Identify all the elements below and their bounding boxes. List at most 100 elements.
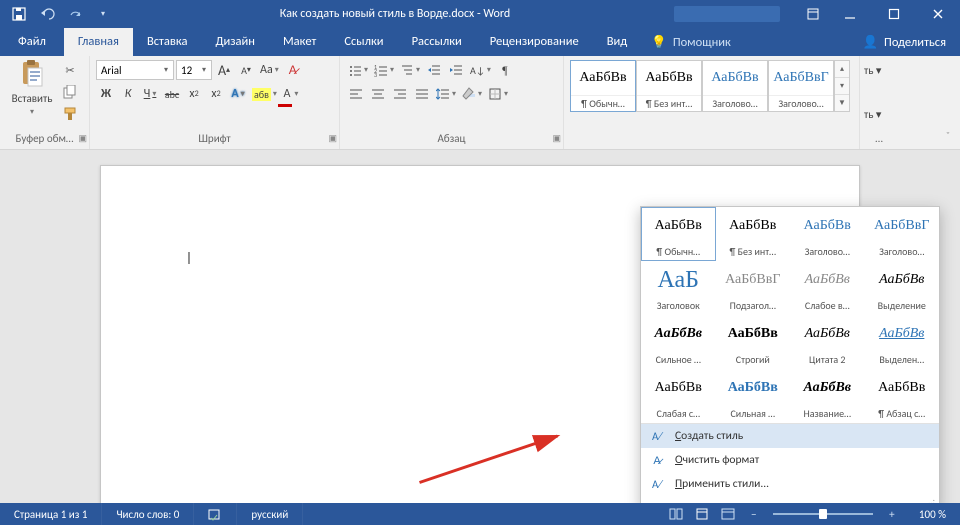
text-effects-icon[interactable]: A bbox=[228, 84, 248, 104]
highlight-icon[interactable]: aбв bbox=[250, 84, 279, 104]
style-tile[interactable]: АаБбВв Сильная … bbox=[716, 369, 791, 423]
style-tile[interactable]: АаБбВв Выделен… bbox=[865, 315, 940, 369]
print-layout-icon[interactable] bbox=[689, 503, 715, 525]
find-button[interactable]: ть ▾ bbox=[864, 60, 894, 80]
tab-review[interactable]: Рецензирование bbox=[476, 28, 593, 56]
style-tile[interactable]: АаБ Заголовок bbox=[641, 261, 716, 315]
tab-mailings[interactable]: Рассылки bbox=[398, 28, 476, 56]
style-tile[interactable]: АаБбВв Заголово… bbox=[790, 207, 865, 261]
style-tile[interactable]: АаБбВвГ Заголово… bbox=[865, 207, 940, 261]
replace-button[interactable] bbox=[864, 82, 894, 102]
clear-formatting-icon[interactable]: A̷ bbox=[283, 60, 303, 80]
shrink-font-icon[interactable]: A▾ bbox=[236, 60, 256, 80]
tab-insert[interactable]: Вставка bbox=[133, 28, 202, 56]
style-tile[interactable]: АаБбВвГ Заголово… bbox=[768, 60, 834, 112]
style-tile[interactable]: АаБбВв Слабое в… bbox=[790, 261, 865, 315]
minimize-icon[interactable] bbox=[828, 0, 872, 28]
show-marks-icon[interactable]: ¶ bbox=[495, 60, 515, 80]
tell-me[interactable]: 💡 Помощник bbox=[641, 28, 741, 56]
styles-more-button[interactable]: ▴▾▼ bbox=[834, 60, 850, 112]
strike-icon[interactable]: abc bbox=[162, 84, 182, 104]
style-tile[interactable]: АаБбВв Слабая с… bbox=[641, 369, 716, 423]
zoom-percent[interactable]: 100 % bbox=[905, 508, 960, 521]
superscript-icon[interactable]: x2 bbox=[206, 84, 226, 104]
status-word-count[interactable]: Число слов: 0 bbox=[102, 503, 194, 525]
menu-clear-format[interactable]: A̷ Очистить формат bbox=[641, 448, 939, 472]
decrease-indent-icon[interactable] bbox=[424, 60, 444, 80]
undo-icon[interactable] bbox=[34, 0, 60, 28]
align-center-icon[interactable] bbox=[368, 84, 388, 104]
status-page[interactable]: Страница 1 из 1 bbox=[0, 503, 102, 525]
style-tile[interactable]: АаБбВв Цитата 2 bbox=[790, 315, 865, 369]
redo-icon[interactable] bbox=[62, 0, 88, 28]
style-tile[interactable]: АаБбВв ¶ Без инт… bbox=[636, 60, 702, 112]
style-tile[interactable]: АаБбВв Выделение bbox=[865, 261, 940, 315]
ribbon-display-options-icon[interactable] bbox=[798, 0, 828, 28]
maximize-icon[interactable] bbox=[872, 0, 916, 28]
menu-create-style[interactable]: A⁄ Создать стиль bbox=[641, 424, 939, 448]
flyout-resize-handle-icon[interactable]: ..: bbox=[641, 496, 939, 503]
style-tile[interactable]: АаБбВв ¶ Обычн… bbox=[570, 60, 636, 112]
style-tile[interactable]: АаБбВвГ Подзагол… bbox=[716, 261, 791, 315]
collapse-ribbon-icon[interactable]: ˇ bbox=[940, 129, 956, 145]
style-tile[interactable]: АаБбВв ¶ Обычн… bbox=[641, 207, 716, 261]
subscript-icon[interactable]: x2 bbox=[184, 84, 204, 104]
share-button[interactable]: 👤 Поделиться bbox=[862, 35, 946, 50]
zoom-out-icon[interactable]: − bbox=[741, 503, 767, 525]
select-button[interactable]: ть ▾ bbox=[864, 104, 894, 124]
paste-button[interactable]: Вставить ▾ bbox=[6, 60, 58, 117]
shading-icon[interactable] bbox=[460, 84, 484, 104]
tab-view[interactable]: Вид bbox=[593, 28, 642, 56]
bold-icon[interactable]: Ж bbox=[96, 84, 116, 104]
zoom-in-icon[interactable]: + bbox=[879, 503, 905, 525]
scroll-up-icon[interactable]: ▴ bbox=[835, 61, 849, 78]
increase-indent-icon[interactable] bbox=[446, 60, 466, 80]
zoom-thumb[interactable] bbox=[819, 509, 827, 519]
read-mode-icon[interactable] bbox=[663, 503, 689, 525]
menu-apply-styles[interactable]: A⁄ Применить стили... bbox=[641, 472, 939, 496]
multilevel-icon[interactable] bbox=[398, 60, 422, 80]
status-language[interactable]: русский bbox=[237, 503, 303, 525]
align-right-icon[interactable] bbox=[390, 84, 410, 104]
font-launcher-icon[interactable]: ▣ bbox=[328, 131, 337, 147]
style-tile[interactable]: АаБбВв Сильное … bbox=[641, 315, 716, 369]
align-justify-icon[interactable] bbox=[412, 84, 432, 104]
font-name-combo[interactable]: ▾ bbox=[96, 60, 174, 80]
account-box[interactable] bbox=[674, 6, 780, 22]
borders-icon[interactable] bbox=[486, 84, 510, 104]
font-color-icon[interactable]: A bbox=[281, 84, 301, 104]
style-tile[interactable]: АаБбВв ¶ Абзац с… bbox=[865, 369, 940, 423]
copy-icon[interactable] bbox=[60, 82, 80, 102]
format-painter-icon[interactable] bbox=[60, 104, 80, 124]
expand-gallery-icon[interactable]: ▼ bbox=[835, 95, 849, 111]
tab-file[interactable]: Файл bbox=[0, 28, 64, 56]
change-case-icon[interactable]: Aa bbox=[258, 60, 281, 80]
font-size-combo[interactable]: ▾ bbox=[176, 60, 212, 80]
cut-icon[interactable]: ✂ bbox=[60, 60, 80, 80]
zoom-slider[interactable] bbox=[773, 513, 873, 515]
paragraph-launcher-icon[interactable]: ▣ bbox=[552, 131, 561, 147]
style-tile[interactable]: АаБбВв ¶ Без инт… bbox=[716, 207, 791, 261]
tab-design[interactable]: Дизайн bbox=[201, 28, 269, 56]
grow-font-icon[interactable]: A▴ bbox=[214, 60, 234, 80]
numbering-icon[interactable]: 123 bbox=[372, 60, 396, 80]
tab-layout[interactable]: Макет bbox=[269, 28, 330, 56]
clipboard-launcher-icon[interactable]: ▣ bbox=[78, 131, 87, 147]
style-tile[interactable]: АаБбВв Заголово… bbox=[702, 60, 768, 112]
tab-home[interactable]: Главная bbox=[64, 28, 133, 56]
close-icon[interactable] bbox=[916, 0, 960, 28]
align-left-icon[interactable] bbox=[346, 84, 366, 104]
italic-icon[interactable]: К bbox=[118, 84, 138, 104]
status-spell-icon[interactable] bbox=[194, 503, 237, 525]
underline-icon[interactable]: Ч bbox=[140, 84, 160, 104]
style-tile[interactable]: АаБбВв Название… bbox=[790, 369, 865, 423]
sort-icon[interactable]: A↓ bbox=[468, 60, 493, 80]
bullets-icon[interactable] bbox=[346, 60, 370, 80]
web-layout-icon[interactable] bbox=[715, 503, 741, 525]
qat-customize-icon[interactable]: ▾ bbox=[90, 0, 116, 28]
scroll-down-icon[interactable]: ▾ bbox=[835, 78, 849, 95]
line-spacing-icon[interactable] bbox=[434, 84, 458, 104]
style-tile[interactable]: АаБбВв Строгий bbox=[716, 315, 791, 369]
tab-references[interactable]: Ссылки bbox=[330, 28, 397, 56]
save-icon[interactable] bbox=[6, 0, 32, 28]
